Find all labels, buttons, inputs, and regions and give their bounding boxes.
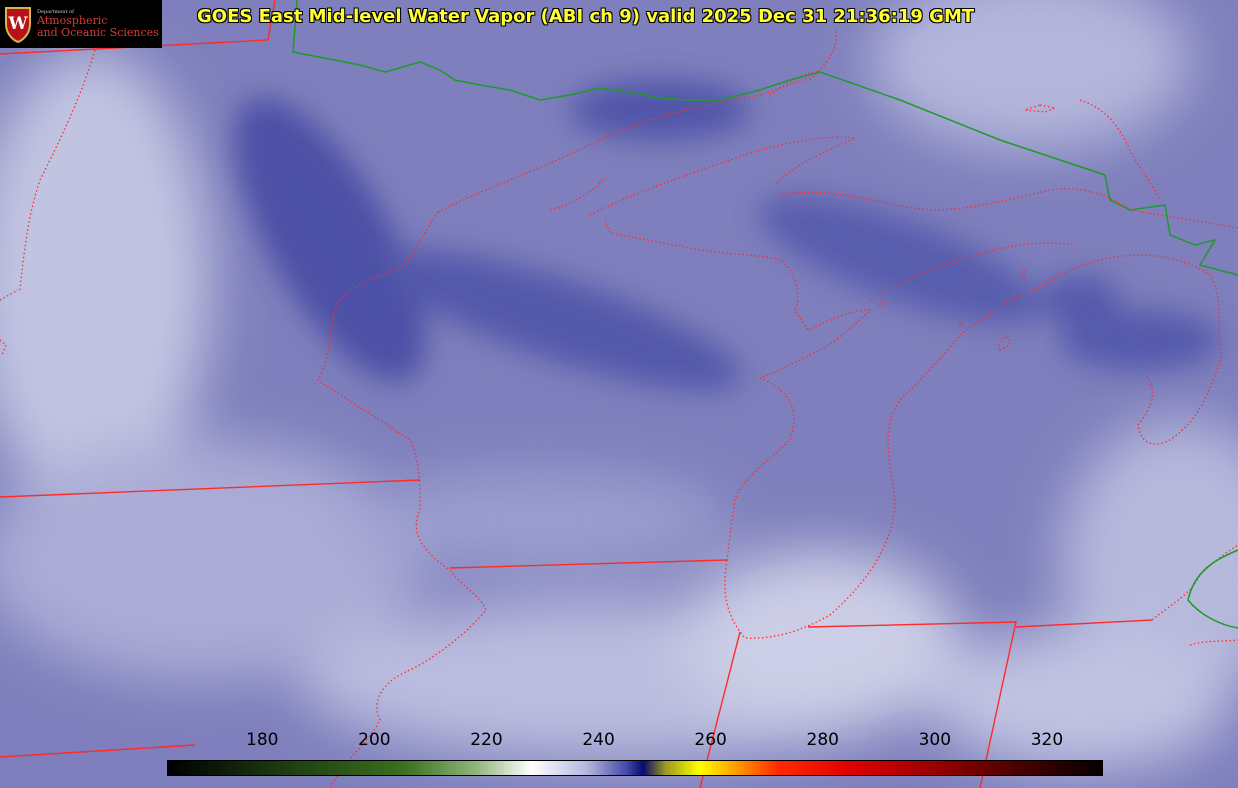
colorbar-tick-label: 320 <box>1030 730 1064 750</box>
map-title: GOES East Mid-level Water Vapor (ABI ch … <box>197 6 975 27</box>
colorbar-tick-label: 240 <box>582 730 615 750</box>
colorbar-tick-label: 300 <box>918 730 952 750</box>
logo-line-1: Atmospheric <box>37 14 108 28</box>
colorbar-tick-label: 280 <box>806 730 839 750</box>
crest-letter: W <box>7 14 28 34</box>
uw-aos-logo: W Department of Atmospheric and Oceanic … <box>0 0 162 48</box>
colorbar-tick-label: 180 <box>246 730 279 750</box>
colorbar-tick-label: 260 <box>694 730 727 750</box>
colorbar-tick-label: 220 <box>470 730 503 750</box>
water-vapor-map <box>0 0 1238 788</box>
logo-line-2: and Oceanic Sciences <box>37 25 159 39</box>
colorbar <box>167 760 1103 776</box>
colorbar-tick-label: 200 <box>358 730 391 750</box>
uw-crest-icon: W <box>3 4 33 44</box>
